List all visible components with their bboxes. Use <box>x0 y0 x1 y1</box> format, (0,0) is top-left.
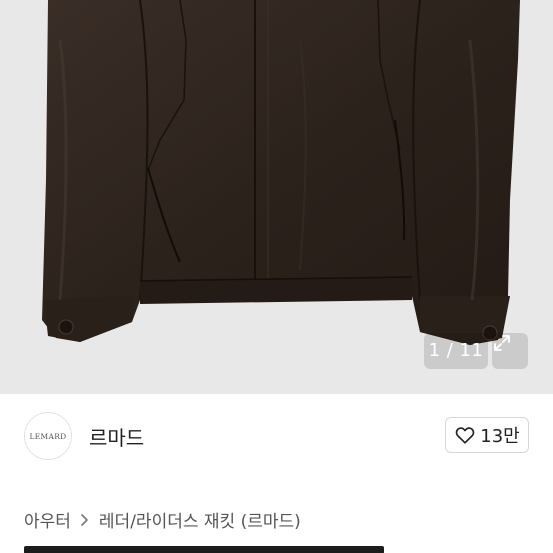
shop-name[interactable]: 르마드 <box>89 422 144 451</box>
shop-logo-text: LEMARD <box>29 431 67 441</box>
breadcrumb-category[interactable]: 아우터 <box>24 507 71 532</box>
shop-row: LEMARD 르마드 13만 <box>24 411 529 461</box>
shop-logo[interactable]: LEMARD <box>24 412 72 460</box>
image-counter: 1 / 11 <box>424 333 488 369</box>
expand-icon <box>494 335 510 351</box>
product-image-gallery[interactable]: 1 / 11 <box>0 0 553 394</box>
product-title-partial <box>24 540 384 553</box>
like-button[interactable]: 13만 <box>445 417 529 453</box>
expand-button[interactable] <box>492 333 528 369</box>
breadcrumb-subcategory[interactable]: 레더/라이더스 재킷 (르마드) <box>99 507 301 532</box>
heart-outline-icon <box>455 427 475 444</box>
like-count: 13만 <box>480 426 520 447</box>
breadcrumb: 아우터 레더/라이더스 재킷 (르마드) <box>24 507 301 532</box>
chevron-right-icon <box>81 513 88 526</box>
